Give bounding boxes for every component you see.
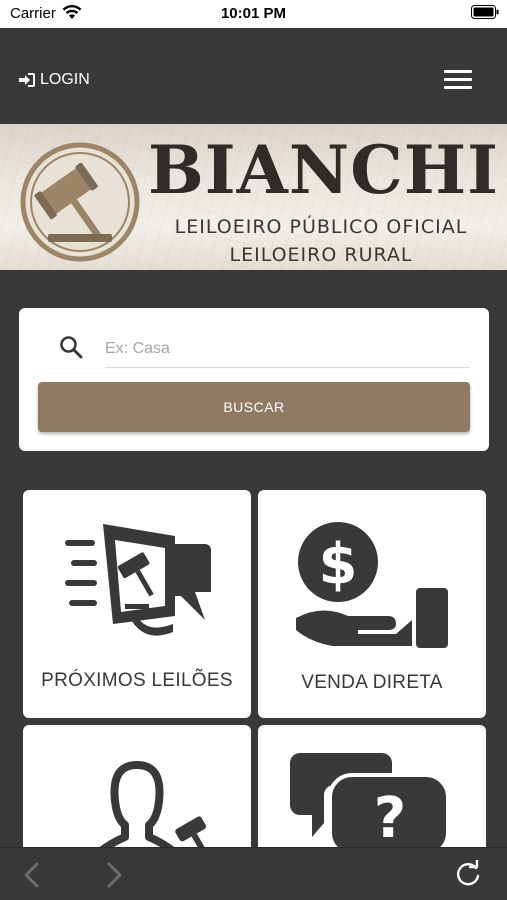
battery-icon (471, 5, 499, 24)
tile-ajuda[interactable]: ? (258, 725, 486, 865)
login-label: LOGIN (40, 71, 90, 88)
svg-text:$: $ (319, 532, 358, 597)
search-input[interactable] (105, 330, 469, 368)
auction-monitor-icon (65, 524, 211, 636)
search-button[interactable]: BUSCAR (38, 382, 470, 432)
status-time: 10:01 PM (220, 5, 287, 22)
brand-name: BIANCHI (148, 131, 499, 209)
question-chat-icon: ? (290, 753, 450, 851)
refresh-icon[interactable] (454, 858, 482, 893)
hamburger-icon[interactable] (444, 70, 474, 92)
status-bar: Carrier 10:01 PM (0, 0, 507, 28)
forward-chevron-icon[interactable] (104, 862, 124, 893)
svg-text:?: ? (374, 786, 406, 851)
money-hand-icon: $ (296, 522, 448, 648)
search-icon (59, 335, 83, 364)
tile-venda-direta[interactable]: $ VENDA DIRETA (258, 490, 486, 718)
back-chevron-icon[interactable] (22, 862, 42, 893)
tile-label: PRÓXIMOS LEILÕES (41, 670, 233, 691)
sign-in-icon (18, 72, 36, 88)
browser-toolbar (0, 847, 507, 900)
gavel-logo-icon (20, 142, 140, 262)
auctioneer-icon (97, 761, 207, 851)
brand-banner: BIANCHI LEILOEIRO PÚBLICO OFICIAL LEILOE… (0, 124, 507, 270)
login-button[interactable]: LOGIN (18, 69, 90, 91)
brand-subtitle-2: LEILOEIRO RURAL (229, 244, 413, 266)
tile-leiloeiro[interactable] (23, 725, 251, 865)
top-navigation-bar: LOGIN (0, 28, 507, 124)
tile-label: VENDA DIRETA (301, 672, 443, 693)
brand-subtitle-1: LEILOEIRO PÚBLICO OFICIAL (174, 216, 468, 238)
search-card: BUSCAR (19, 308, 489, 451)
tile-proximos-leiloes[interactable]: PRÓXIMOS LEILÕES (23, 490, 251, 718)
